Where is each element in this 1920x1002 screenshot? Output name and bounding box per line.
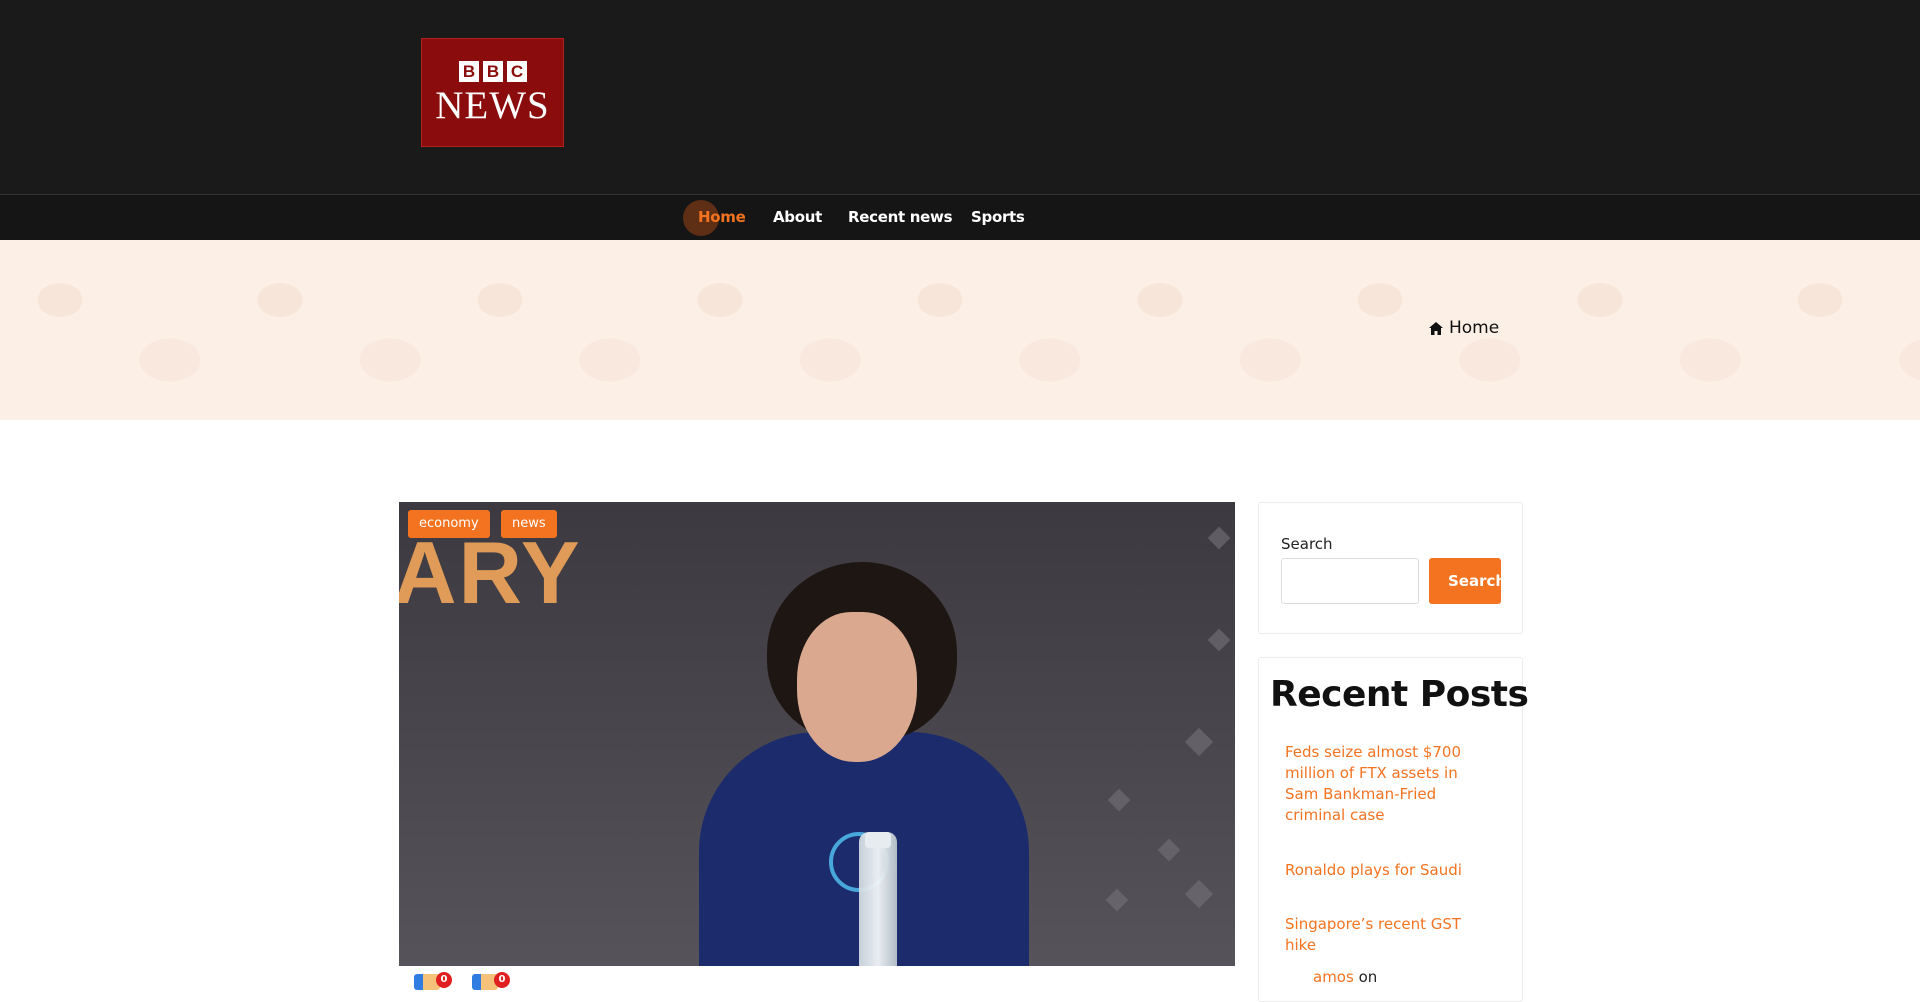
bbc-letters: B B C	[459, 61, 527, 82]
tag-economy[interactable]: economy	[408, 510, 490, 538]
comment-on-text: on	[1358, 968, 1378, 986]
main-navigation: Home About Recent news Sports	[0, 194, 1920, 240]
dislike-button[interactable]: 0	[468, 968, 510, 990]
featured-post-image[interactable]: ARY	[399, 502, 1235, 966]
nav-home[interactable]: Home	[698, 208, 746, 226]
comment-author[interactable]: amos	[1313, 968, 1354, 986]
water-bottle	[859, 832, 897, 966]
logo-letter-b1: B	[459, 61, 479, 82]
search-widget: Search Search	[1258, 502, 1523, 634]
logo-letter-c: C	[507, 61, 527, 82]
search-label: Search	[1281, 535, 1333, 553]
breadcrumb-label: Home	[1449, 318, 1500, 338]
home-icon	[1429, 321, 1443, 335]
nav-sports[interactable]: Sports	[971, 208, 1025, 226]
recent-posts-title: Recent Posts	[1270, 674, 1529, 715]
search-button[interactable]: Search	[1429, 558, 1501, 604]
bbc-news-logo[interactable]: B B C NEWS	[421, 38, 564, 147]
recent-post-link[interactable]: Singapore’s recent GST hike	[1285, 914, 1495, 956]
breadcrumb[interactable]: Home	[1429, 318, 1499, 338]
recent-post-link[interactable]: Feds seize almost $700 million of FTX as…	[1285, 742, 1495, 826]
site-header: B B C NEWS	[0, 0, 1920, 194]
logo-news-text: NEWS	[435, 84, 550, 127]
nav-about[interactable]: About	[773, 208, 822, 226]
tag-news[interactable]: news	[501, 510, 557, 538]
dislike-count: 0	[494, 972, 510, 988]
page-banner: Home	[0, 240, 1920, 420]
like-count: 0	[436, 972, 452, 988]
person-face	[797, 612, 917, 762]
nav-recent-news[interactable]: Recent news	[848, 208, 953, 226]
like-button[interactable]: 0	[410, 968, 452, 990]
search-input[interactable]	[1281, 558, 1419, 604]
post-reactions: 0 0	[410, 968, 510, 990]
recent-comment: amos on	[1313, 968, 1377, 986]
recent-post-link[interactable]: Ronaldo plays for Saudi	[1285, 860, 1495, 881]
logo-letter-b2: B	[483, 61, 503, 82]
recent-posts-widget: Recent Posts Feds seize almost $700 mill…	[1258, 657, 1529, 1002]
